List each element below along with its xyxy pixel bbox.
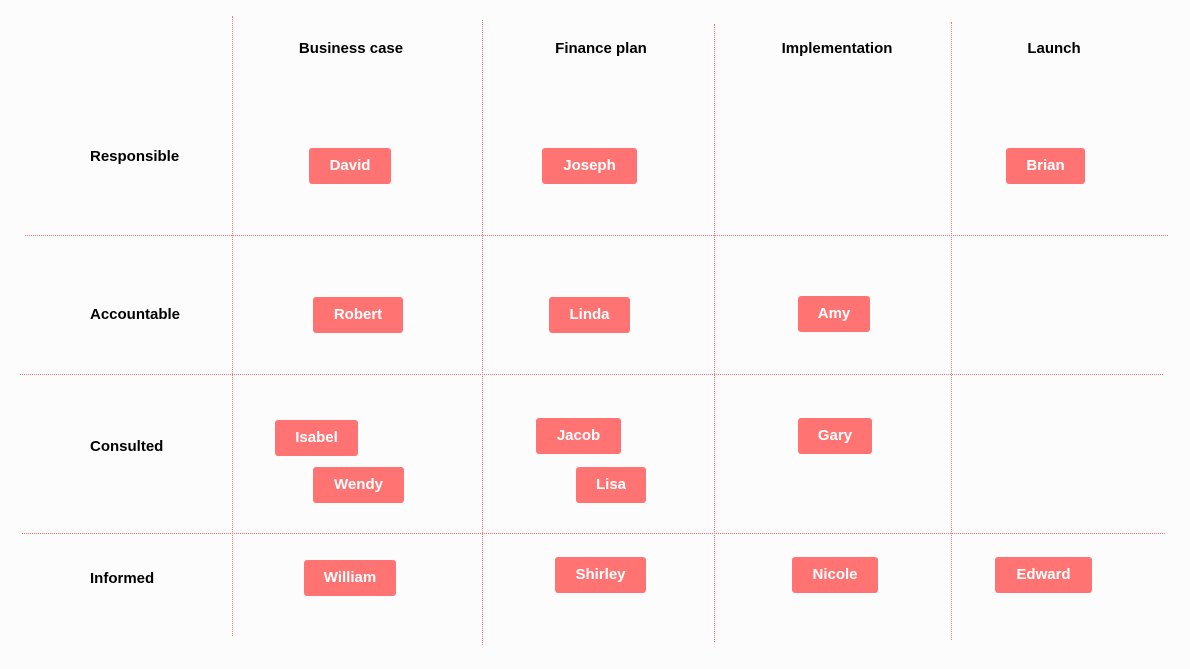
person-card-amy[interactable]: Amy: [798, 296, 870, 332]
row-divider: [25, 235, 1168, 236]
row-header-accountable: Accountable: [90, 306, 181, 323]
person-card-lisa[interactable]: Lisa: [576, 467, 646, 503]
row-header-responsible: Responsible: [90, 148, 180, 165]
row-divider: [22, 533, 1165, 534]
column-header-implementation: Implementation: [781, 40, 893, 57]
row-header-informed: Informed: [90, 570, 155, 587]
column-divider: [232, 16, 233, 636]
column-header-business-case: Business case: [298, 40, 404, 57]
row-divider: [20, 374, 1163, 375]
person-card-william[interactable]: William: [304, 560, 396, 596]
person-card-isabel[interactable]: Isabel: [275, 420, 358, 456]
person-card-jacob[interactable]: Jacob: [536, 418, 621, 454]
column-header-launch: Launch: [1027, 40, 1081, 57]
person-card-wendy[interactable]: Wendy: [313, 467, 404, 503]
column-divider: [714, 24, 715, 642]
person-card-brian[interactable]: Brian: [1006, 148, 1085, 184]
person-card-david[interactable]: David: [309, 148, 391, 184]
column-divider: [951, 22, 952, 640]
column-header-finance-plan: Finance plan: [555, 40, 647, 57]
person-card-robert[interactable]: Robert: [313, 297, 403, 333]
person-card-shirley[interactable]: Shirley: [555, 557, 646, 593]
person-card-linda[interactable]: Linda: [549, 297, 630, 333]
column-divider: [482, 20, 483, 645]
person-card-gary[interactable]: Gary: [798, 418, 872, 454]
person-card-edward[interactable]: Edward: [995, 557, 1092, 593]
person-card-joseph[interactable]: Joseph: [542, 148, 637, 184]
row-header-consulted: Consulted: [90, 438, 164, 455]
person-card-nicole[interactable]: Nicole: [792, 557, 878, 593]
